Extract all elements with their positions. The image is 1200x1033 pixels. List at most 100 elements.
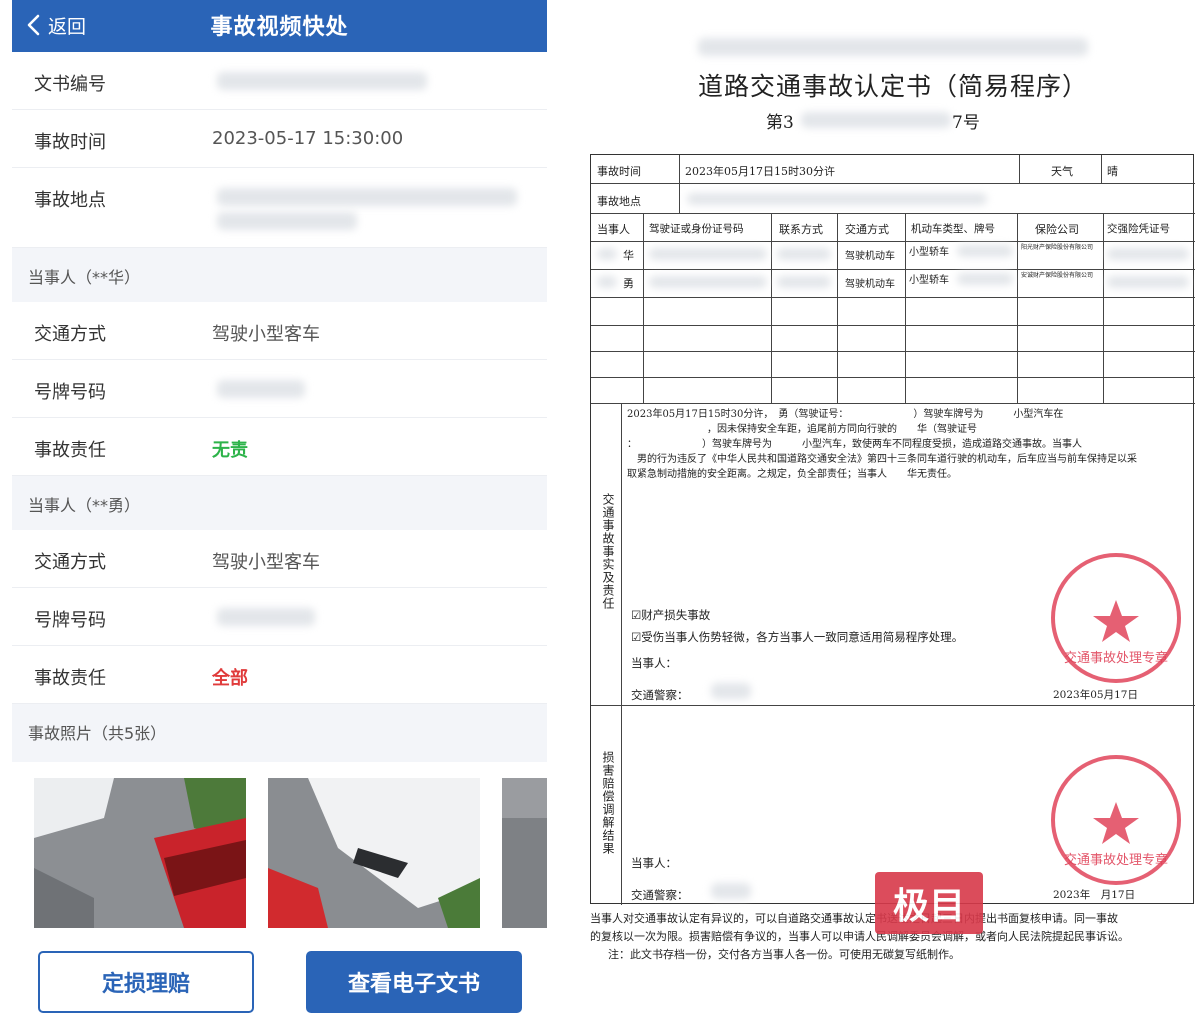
- official-seal-icon: 交通事故处理专章: [1051, 755, 1181, 885]
- svg-text:交通事故处理专章: 交通事故处理专章: [1064, 852, 1168, 868]
- facts-section-label: 交通事故事实及责任: [601, 493, 615, 610]
- facts-date: 2023年05月17日: [1053, 689, 1138, 701]
- mediation-party-sign: 当事人：: [631, 856, 677, 870]
- party1-liability-value: 无责: [212, 440, 248, 461]
- party2-plate-label: 号牌号码: [34, 610, 106, 631]
- accident-photo[interactable]: [268, 778, 480, 928]
- header-license: 驾驶证或身份证号码: [649, 223, 744, 235]
- official-seal-icon: 交通事故处理专章: [1051, 553, 1181, 683]
- redacted-doc-number: [217, 72, 427, 90]
- party1-liability-row: 事故责任 无责: [12, 418, 547, 476]
- photo-strip[interactable]: [12, 762, 547, 937]
- photo-image: [502, 778, 547, 928]
- facts-officer-sign: 交通警察：: [631, 688, 689, 702]
- party2-insurer: 安诚财产保险股份有限公司: [1021, 272, 1094, 279]
- accident-photo[interactable]: [502, 778, 547, 928]
- redacted-issuer: [698, 38, 1088, 56]
- header-party: 当事人: [597, 223, 630, 236]
- party1-insurer: 阳光财产保险股份有限公司: [1021, 244, 1094, 251]
- redacted-contact: [777, 276, 831, 288]
- document-number-suffix: 7号: [952, 113, 980, 133]
- redacted-place: [687, 193, 987, 205]
- page-title: 事故视频快处: [210, 15, 349, 40]
- place-label: 事故地点: [597, 195, 641, 208]
- redacted-place-line1: [217, 188, 517, 206]
- header-transport: 交通方式: [845, 223, 889, 236]
- party1-plate-row: 号牌号码: [12, 360, 547, 418]
- footer-note: 注：此文书存档一份，交付各方当事人各一份。可使用无碳复写纸制作。: [608, 948, 960, 961]
- party2-liability-label: 事故责任: [34, 668, 106, 689]
- header-vehicle: 机动车类型、牌号: [911, 223, 995, 235]
- party1-liability-label: 事故责任: [34, 440, 106, 461]
- mediation-officer-sign: 交通警察：: [631, 888, 689, 902]
- photos-section-header: 事故照片（共5张）: [12, 704, 547, 762]
- party1-name: 华: [623, 249, 634, 262]
- party2-section-label: 当事人（**勇）: [28, 496, 141, 515]
- app-header: 返回 事故视频快处: [12, 0, 547, 52]
- header-insurance-no: 交强险凭证号: [1107, 223, 1170, 235]
- svg-text:交通事故处理专章: 交通事故处理专章: [1064, 650, 1168, 666]
- photo-image: [34, 778, 246, 928]
- view-document-button[interactable]: 查看电子文书: [306, 951, 522, 1013]
- party1-section-header: 当事人（**华）: [12, 248, 547, 302]
- facts-line: 男的行为违反了《中华人民共和国道路交通安全法》第四十三条同车道行驶的机动车，后车…: [627, 454, 1137, 465]
- party1-transport-row: 交通方式 驾驶小型客车: [12, 302, 547, 360]
- accident-time-row: 事故时间 2023-05-17 15:30:00: [12, 110, 547, 168]
- party1-vehicle: 小型轿车: [909, 247, 949, 258]
- party2-section-header: 当事人（**勇）: [12, 476, 547, 530]
- redacted-document-number: [801, 112, 951, 128]
- redacted-license: [649, 248, 767, 260]
- party2-name: 勇: [623, 277, 634, 290]
- party1-section-label: 当事人（**华）: [28, 268, 141, 287]
- doc-number-row: 文书编号: [12, 52, 547, 110]
- header-insurer: 保险公司: [1035, 223, 1079, 236]
- redacted-officer: [711, 683, 751, 699]
- redacted-place-line2: [217, 212, 357, 230]
- time-value: 2023年05月17日15时30分许: [685, 165, 835, 178]
- mediation-date: 2023年 月17日: [1053, 889, 1136, 901]
- redacted-insurance-no: [1107, 276, 1189, 288]
- redacted-name: [597, 248, 617, 260]
- redacted-plate: [957, 273, 1013, 285]
- party2-liability-row: 事故责任 全部: [12, 646, 547, 704]
- document-number-prefix: 第3: [766, 113, 794, 133]
- accident-place-row: 事故地点: [12, 168, 547, 248]
- party2-transport-row: 交通方式 驾驶小型客车: [12, 530, 547, 588]
- action-bar: 定损理赔 查看电子文书: [12, 937, 547, 1033]
- weather-value: 晴: [1107, 165, 1118, 178]
- redacted-plate: [217, 608, 315, 626]
- redacted-license: [649, 276, 767, 288]
- redacted-insurance-no: [1107, 248, 1189, 260]
- party2-vehicle: 小型轿车: [909, 275, 949, 286]
- watermark-text: 极目: [892, 886, 965, 927]
- check-simple-procedure: ☑受伤当事人伤势轻微，各方当事人一致同意适用简易程序处理。: [631, 630, 964, 644]
- party1-transport-value: 驾驶小型客车: [212, 324, 320, 345]
- header-contact: 联系方式: [779, 223, 823, 236]
- photos-section-label: 事故照片（共5张）: [28, 724, 167, 743]
- party2-transport-value: 驾驶小型客车: [212, 552, 320, 573]
- facts-line: 2023年05月17日15时30分许， 勇（驾驶证号： ）驾驶车牌号为 小型汽车…: [627, 409, 1064, 420]
- party1-plate-label: 号牌号码: [34, 382, 106, 403]
- accident-place-label: 事故地点: [34, 190, 106, 211]
- mobile-app-screen: 返回 事故视频快处 文书编号 事故时间 2023-05-17 15:30:00 …: [12, 0, 547, 1033]
- redacted-plate: [957, 245, 1013, 257]
- watermark-logo: 极目: [875, 872, 983, 934]
- document-title: 道路交通事故认定书（简易程序）: [697, 72, 1088, 101]
- doc-number-label: 文书编号: [34, 74, 106, 95]
- check-property-loss: ☑财产损失事故: [631, 608, 711, 622]
- party2-transport-label: 交通方式: [34, 552, 106, 573]
- party1-transport: 驾驶机动车: [845, 251, 895, 262]
- accident-time-label: 事故时间: [34, 132, 106, 153]
- party2-transport: 驾驶机动车: [845, 279, 895, 290]
- facts-line: ： ）驾驶车牌号为 小型汽车，致使两车不同程度受损，造成道路交通事故。当事人: [627, 439, 1082, 450]
- redacted-plate: [217, 380, 305, 398]
- time-label: 事故时间: [597, 165, 641, 178]
- facts-party-sign: 当事人：: [631, 656, 677, 670]
- facts-line: ，因未保持安全车距，追尾前方同向行驶的 华（驾驶证号: [627, 424, 977, 435]
- claim-button[interactable]: 定损理赔: [38, 951, 254, 1013]
- redacted-contact: [777, 248, 831, 260]
- party2-liability-value: 全部: [212, 668, 248, 689]
- accident-photo[interactable]: [34, 778, 246, 928]
- redacted-officer: [711, 883, 751, 899]
- photo-image: [268, 778, 480, 928]
